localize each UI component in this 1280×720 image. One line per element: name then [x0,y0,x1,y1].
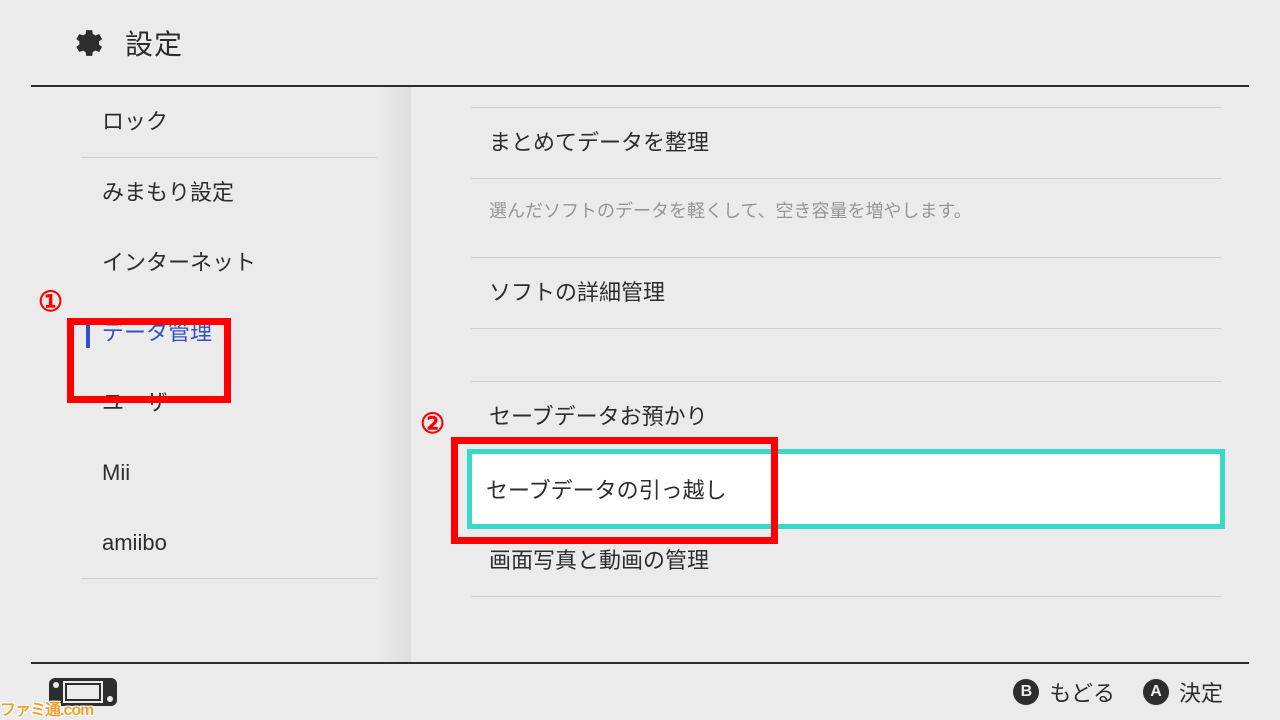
sidebar-divider [81,578,377,579]
sidebar-item-1[interactable]: みまもり設定 [81,158,377,228]
sidebar: ロックみまもり設定インターネットデータ管理ユーザーMiiamiibo [31,87,411,662]
settings-gear-icon [67,25,103,61]
footer: B もどる A 決定 [31,662,1249,720]
content-row-4[interactable]: セーブデータお預かり [471,382,1221,452]
sidebar-item-3[interactable]: データ管理 [81,298,377,368]
watermark: ファミ通.com [0,696,93,720]
hint-a-label: 決定 [1179,676,1223,708]
content-description: 選んだソフトのデータを軽くして、空き容量を増やします。 [471,179,1221,257]
hint-a-confirm: A 決定 [1143,676,1223,708]
hint-b-label: もどる [1049,676,1115,708]
a-button-icon: A [1143,679,1169,705]
content-divider [471,596,1221,597]
content-row-0[interactable]: まとめてデータを整理 [471,108,1221,178]
content-row-2[interactable]: ソフトの詳細管理 [471,258,1221,328]
sidebar-item-0[interactable]: ロック [81,87,377,157]
sidebar-item-2[interactable]: インターネット [81,228,377,298]
header: 設定 [31,0,1249,87]
b-button-icon: B [1013,679,1039,705]
sidebar-item-5[interactable]: Mii [81,438,377,508]
content-row-6[interactable]: 画面写真と動画の管理 [471,526,1221,596]
hint-b-back: B もどる [1013,676,1115,708]
sidebar-item-4[interactable]: ユーザー [81,368,377,438]
content-row-selected[interactable]: セーブデータの引っ越し [467,449,1225,529]
content-pane: まとめてデータを整理選んだソフトのデータを軽くして、空き容量を増やします。ソフト… [411,87,1249,662]
content-spacer [471,329,1221,381]
body: ロックみまもり設定インターネットデータ管理ユーザーMiiamiibo まとめてデ… [31,87,1249,662]
sidebar-gradient [377,87,411,662]
page-title: 設定 [125,23,183,63]
sidebar-item-6[interactable]: amiibo [81,508,377,578]
